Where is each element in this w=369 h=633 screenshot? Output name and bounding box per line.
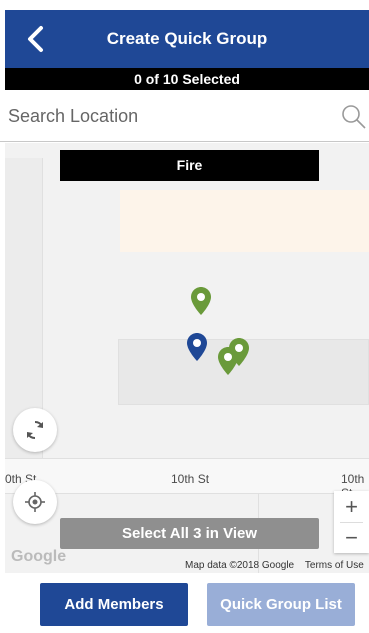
add-members-button[interactable]: Add Members: [40, 583, 188, 626]
zoom-divider: [340, 522, 363, 523]
page-title: Create Quick Group: [106, 29, 268, 48]
zoom-in-button[interactable]: +: [334, 491, 369, 522]
map-data-text: Map data ©2018 Google: [185, 560, 295, 571]
quick-group-list-button[interactable]: Quick Group List: [207, 583, 355, 626]
footer-bar: Add Members Quick Group List: [5, 580, 369, 633]
search-icon[interactable]: [341, 104, 367, 130]
map-pin-icon[interactable]: [217, 346, 239, 376]
zoom-out-button[interactable]: −: [334, 522, 369, 553]
map-pin-icon-selected[interactable]: [186, 332, 208, 362]
app-header: Create Quick Group: [5, 10, 369, 68]
map-attribution: Map data ©2018 Google Terms of Use: [185, 560, 364, 571]
zoom-controls: + −: [334, 491, 369, 553]
select-all-button[interactable]: Select All 3 in View: [60, 518, 319, 549]
refresh-icon: [27, 420, 43, 440]
map-pin-icon[interactable]: [190, 286, 212, 316]
selection-count: 0 of 10 Selected: [5, 68, 369, 90]
terms-of-use-link[interactable]: Terms of Use: [305, 560, 364, 571]
my-location-icon: [25, 492, 45, 512]
map-building-highlight: [120, 190, 369, 252]
my-location-button[interactable]: [13, 480, 57, 524]
search-location-input[interactable]: [0, 92, 330, 140]
street-label: 10th St: [171, 472, 210, 486]
refresh-button[interactable]: [13, 408, 57, 452]
search-bar: [0, 92, 369, 142]
google-logo: Google: [11, 548, 67, 565]
fire-label: Fire: [60, 150, 319, 181]
map-view[interactable]: Fire 0th St 10th St 10th St: [5, 143, 369, 573]
